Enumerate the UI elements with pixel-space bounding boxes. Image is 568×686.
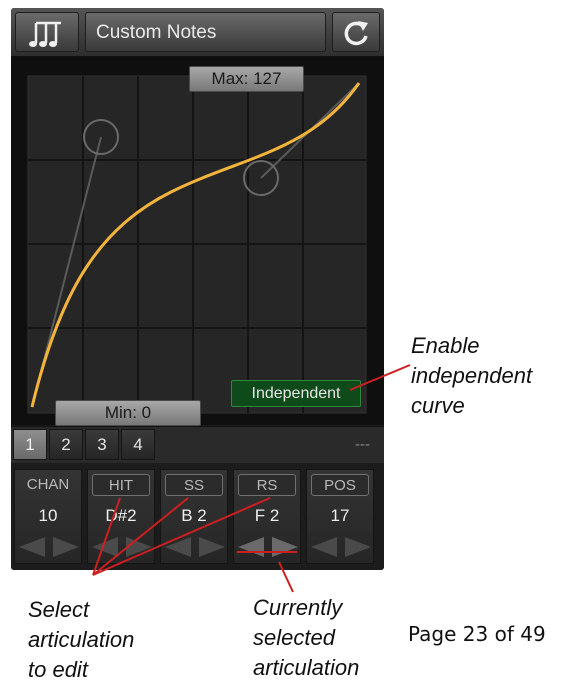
annotation-line: curve [411, 393, 465, 418]
callout-line-current [278, 561, 294, 593]
annotation-line: Enable [411, 333, 480, 358]
annotation-select: Select articulation to edit [28, 595, 134, 685]
annotation-line: Currently [253, 595, 343, 620]
annotation-line: independent [411, 363, 533, 388]
annotation-current: Currently selected articulation [253, 593, 359, 683]
annotation-line: selected [253, 625, 335, 650]
page-number: Page 23 of 49 [408, 622, 546, 646]
annotation-line: to edit [28, 657, 88, 682]
annotation-enable: Enable independent curve [411, 331, 532, 421]
callout-line-rs [92, 497, 271, 576]
callout-line-independent [349, 364, 411, 391]
annotation-line: Select [28, 597, 90, 622]
annotation-line: articulation [253, 655, 360, 680]
annotation-line: articulation [28, 627, 135, 652]
